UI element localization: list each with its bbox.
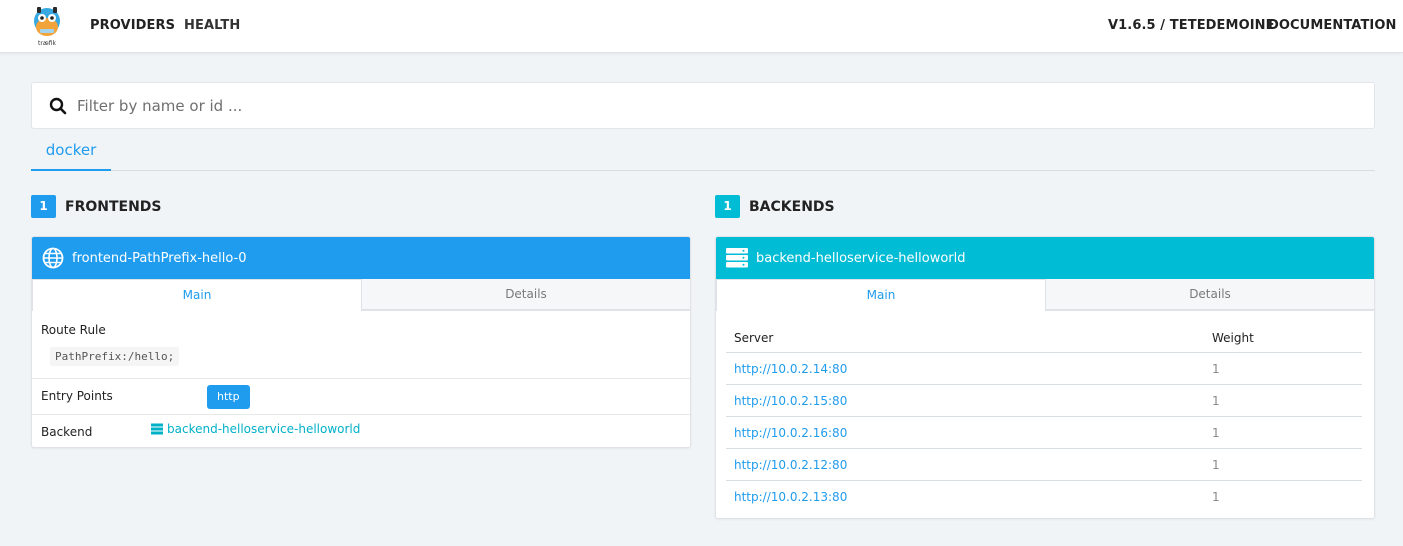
server-url[interactable]: http://10.0.2.16:80 xyxy=(734,426,847,440)
servers-table: Server Weight http://10.0.2.14:80 1 http… xyxy=(726,319,1362,513)
backend-name: backend-helloservice-helloworld xyxy=(756,250,966,266)
nav-health[interactable]: HEALTH xyxy=(184,18,240,33)
server-icon xyxy=(725,247,748,270)
tab-details[interactable]: Details xyxy=(1046,279,1374,310)
backends-count-badge: 1 xyxy=(715,195,740,218)
frontends-title: FRONTENDS xyxy=(65,198,162,215)
table-row: http://10.0.2.15:80 1 xyxy=(726,385,1362,417)
frontend-card: frontend-PathPrefix-hello-0 Main Details… xyxy=(31,236,691,448)
traefik-logo[interactable]: træfik xyxy=(31,5,63,47)
column-server: Server xyxy=(734,331,774,345)
nav-providers[interactable]: PROVIDERS xyxy=(90,18,175,33)
entry-points-label: Entry Points xyxy=(41,389,113,403)
globe-icon xyxy=(41,247,64,270)
version-label[interactable]: V1.6.5 / TETEDEMOINE xyxy=(1108,18,1275,33)
server-url[interactable]: http://10.0.2.13:80 xyxy=(734,490,847,504)
server-weight: 1 xyxy=(1212,426,1220,440)
backend-link-label: backend-helloservice-helloworld xyxy=(167,422,361,436)
entry-points-row: Entry Points http xyxy=(32,379,690,415)
backend-label: Backend xyxy=(41,425,93,439)
route-rule-row: Route Rule PathPrefix:/hello; xyxy=(32,311,690,379)
tab-details[interactable]: Details xyxy=(362,279,690,310)
backend-card: backend-helloservice-helloworld Main Det… xyxy=(715,236,1375,519)
server-icon xyxy=(151,423,163,435)
frontends-section-header: 1 FRONTENDS xyxy=(31,195,162,218)
backend-link[interactable]: backend-helloservice-helloworld xyxy=(151,422,360,436)
server-url[interactable]: http://10.0.2.15:80 xyxy=(734,394,847,408)
table-header: Server Weight xyxy=(726,319,1362,353)
tab-main[interactable]: Main xyxy=(716,279,1046,311)
column-weight: Weight xyxy=(1212,331,1254,345)
route-rule-label: Route Rule xyxy=(41,323,106,337)
search-input[interactable] xyxy=(77,91,1357,121)
server-weight: 1 xyxy=(1212,490,1220,504)
tab-main[interactable]: Main xyxy=(32,279,362,311)
frontend-name: frontend-PathPrefix-hello-0 xyxy=(72,250,247,266)
backends-title: BACKENDS xyxy=(749,198,835,215)
frontends-count-badge: 1 xyxy=(31,195,56,218)
table-row: http://10.0.2.13:80 1 xyxy=(726,481,1362,513)
svg-text:træfik: træfik xyxy=(38,40,56,47)
backend-card-header[interactable]: backend-helloservice-helloworld xyxy=(716,237,1374,279)
provider-tabs: docker xyxy=(31,130,1375,171)
entry-point-tag[interactable]: http xyxy=(207,385,250,409)
nav-documentation[interactable]: DOCUMENTATION xyxy=(1268,18,1396,33)
server-url[interactable]: http://10.0.2.12:80 xyxy=(734,458,847,472)
table-row: http://10.0.2.16:80 1 xyxy=(726,417,1362,449)
top-navbar: træfik PROVIDERS HEALTH V1.6.5 / TETEDEM… xyxy=(0,0,1403,53)
backends-section-header: 1 BACKENDS xyxy=(715,195,835,218)
server-weight: 1 xyxy=(1212,362,1220,376)
route-rule-value: PathPrefix:/hello; xyxy=(50,347,180,366)
tab-docker[interactable]: docker xyxy=(31,130,111,171)
table-row: http://10.0.2.12:80 1 xyxy=(726,449,1362,481)
backend-card-tabs: Main Details xyxy=(716,279,1374,311)
frontend-card-header[interactable]: frontend-PathPrefix-hello-0 xyxy=(32,237,690,279)
server-url[interactable]: http://10.0.2.14:80 xyxy=(734,362,847,376)
search-icon xyxy=(49,97,67,115)
frontend-card-tabs: Main Details xyxy=(32,279,690,311)
search-box xyxy=(31,82,1375,129)
server-weight: 1 xyxy=(1212,458,1220,472)
table-row: http://10.0.2.14:80 1 xyxy=(726,353,1362,385)
backend-row: Backend backend-helloservice-helloworld xyxy=(32,415,690,447)
server-weight: 1 xyxy=(1212,394,1220,408)
